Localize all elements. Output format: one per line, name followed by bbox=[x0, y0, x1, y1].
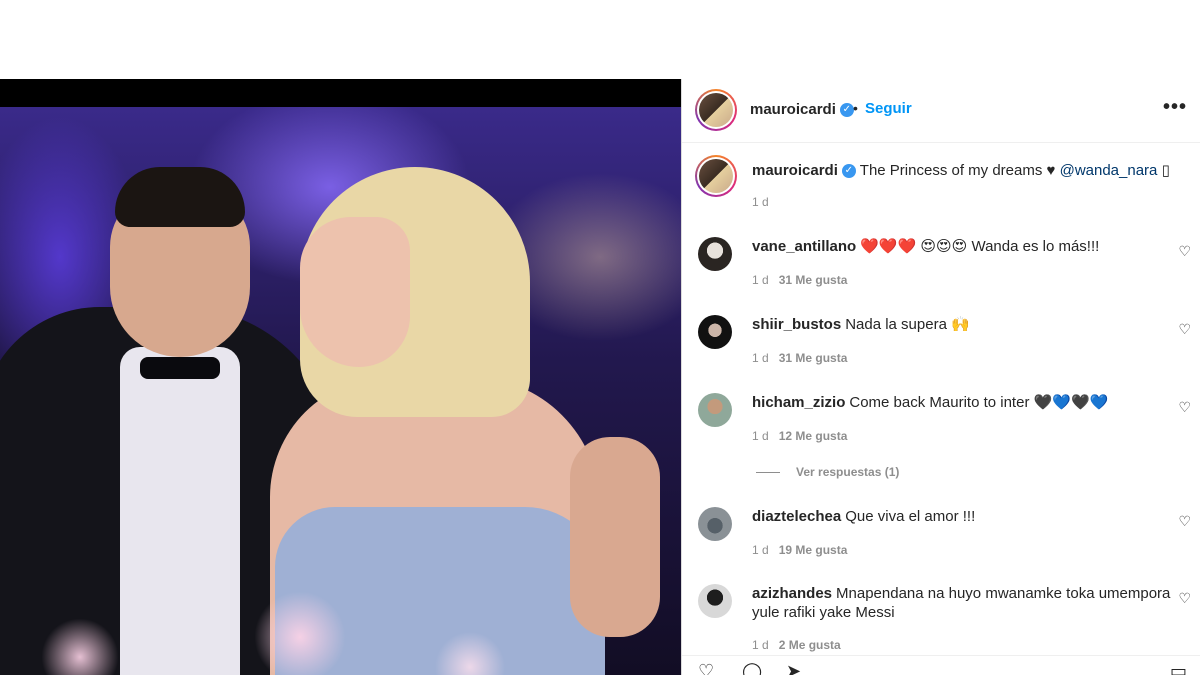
comment-text: diaztelechea Que viva el amor !!! bbox=[752, 508, 976, 525]
author-name[interactable]: mauroicardi ✓ bbox=[750, 101, 854, 119]
comment-heart-icon[interactable]: ♡ bbox=[1178, 321, 1191, 338]
comment-heart-icon[interactable]: ♡ bbox=[1178, 590, 1191, 607]
mention-link[interactable]: @wanda_nara bbox=[1060, 162, 1158, 179]
caption-avatar[interactable] bbox=[695, 155, 737, 197]
post-side-panel: mauroicardi ✓ • Seguir ••• mauroicardi ✓ T… bbox=[681, 79, 1200, 675]
comment-heart-icon[interactable]: ♡ bbox=[1178, 399, 1191, 416]
share-icon[interactable]: ➤ bbox=[786, 662, 801, 675]
post-media[interactable] bbox=[0, 79, 681, 675]
more-options-icon[interactable]: ••• bbox=[1163, 96, 1187, 119]
comment-text: vane_antillano ❤️❤️❤️ 😍😍😍 Wanda es lo más… bbox=[752, 238, 1100, 255]
author-avatar[interactable] bbox=[695, 89, 737, 131]
comment-meta: 1 d 31 Me gusta bbox=[752, 273, 848, 287]
comment-meta: 1 d 31 Me gusta bbox=[752, 351, 848, 365]
comment-meta: 1 d 19 Me gusta bbox=[752, 543, 848, 557]
view-replies-button[interactable]: Ver respuestas (1) bbox=[756, 465, 899, 479]
commenter-avatar[interactable] bbox=[698, 507, 732, 541]
comment-text: shiir_bustos Nada la supera 🙌 bbox=[752, 316, 970, 333]
comment-heart-icon[interactable]: ♡ bbox=[1178, 243, 1191, 260]
caption-timestamp: 1 d bbox=[752, 195, 769, 209]
top-blank-area bbox=[0, 0, 1200, 79]
comment-meta: 1 d 12 Me gusta bbox=[752, 429, 848, 443]
post-header: mauroicardi ✓ • Seguir ••• bbox=[682, 79, 1200, 143]
commenter-avatar[interactable] bbox=[698, 315, 732, 349]
comment-meta: 1 d2 Me gusta bbox=[752, 638, 841, 652]
verified-badge-icon: ✓ bbox=[841, 164, 856, 179]
post-actions-bar: ♡ ◯ ➤ ▭ bbox=[682, 655, 1200, 675]
bookmark-icon[interactable]: ▭ bbox=[1170, 662, 1187, 675]
comment-text: azizhandes Mnapendana na huyo mwanamke to… bbox=[752, 585, 1171, 621]
separator-dot: • bbox=[853, 100, 858, 116]
follow-button[interactable]: Seguir bbox=[865, 100, 912, 117]
verified-badge-icon: ✓ bbox=[839, 102, 854, 117]
commenter-avatar[interactable] bbox=[698, 237, 732, 271]
media-top-band bbox=[0, 79, 681, 107]
caption-text: mauroicardi ✓ The Princess of my dreams ♥… bbox=[752, 162, 1170, 179]
comment-heart-icon[interactable]: ♡ bbox=[1178, 513, 1191, 530]
comment-icon[interactable]: ◯ bbox=[742, 662, 762, 675]
heart-icon[interactable]: ♡ bbox=[698, 662, 714, 675]
commenter-avatar[interactable] bbox=[698, 393, 732, 427]
comment-text: hicham_zizio Come back Maurito to inter 🖤… bbox=[752, 394, 1109, 411]
commenter-avatar[interactable] bbox=[698, 584, 732, 618]
post-photo[interactable] bbox=[0, 107, 681, 675]
